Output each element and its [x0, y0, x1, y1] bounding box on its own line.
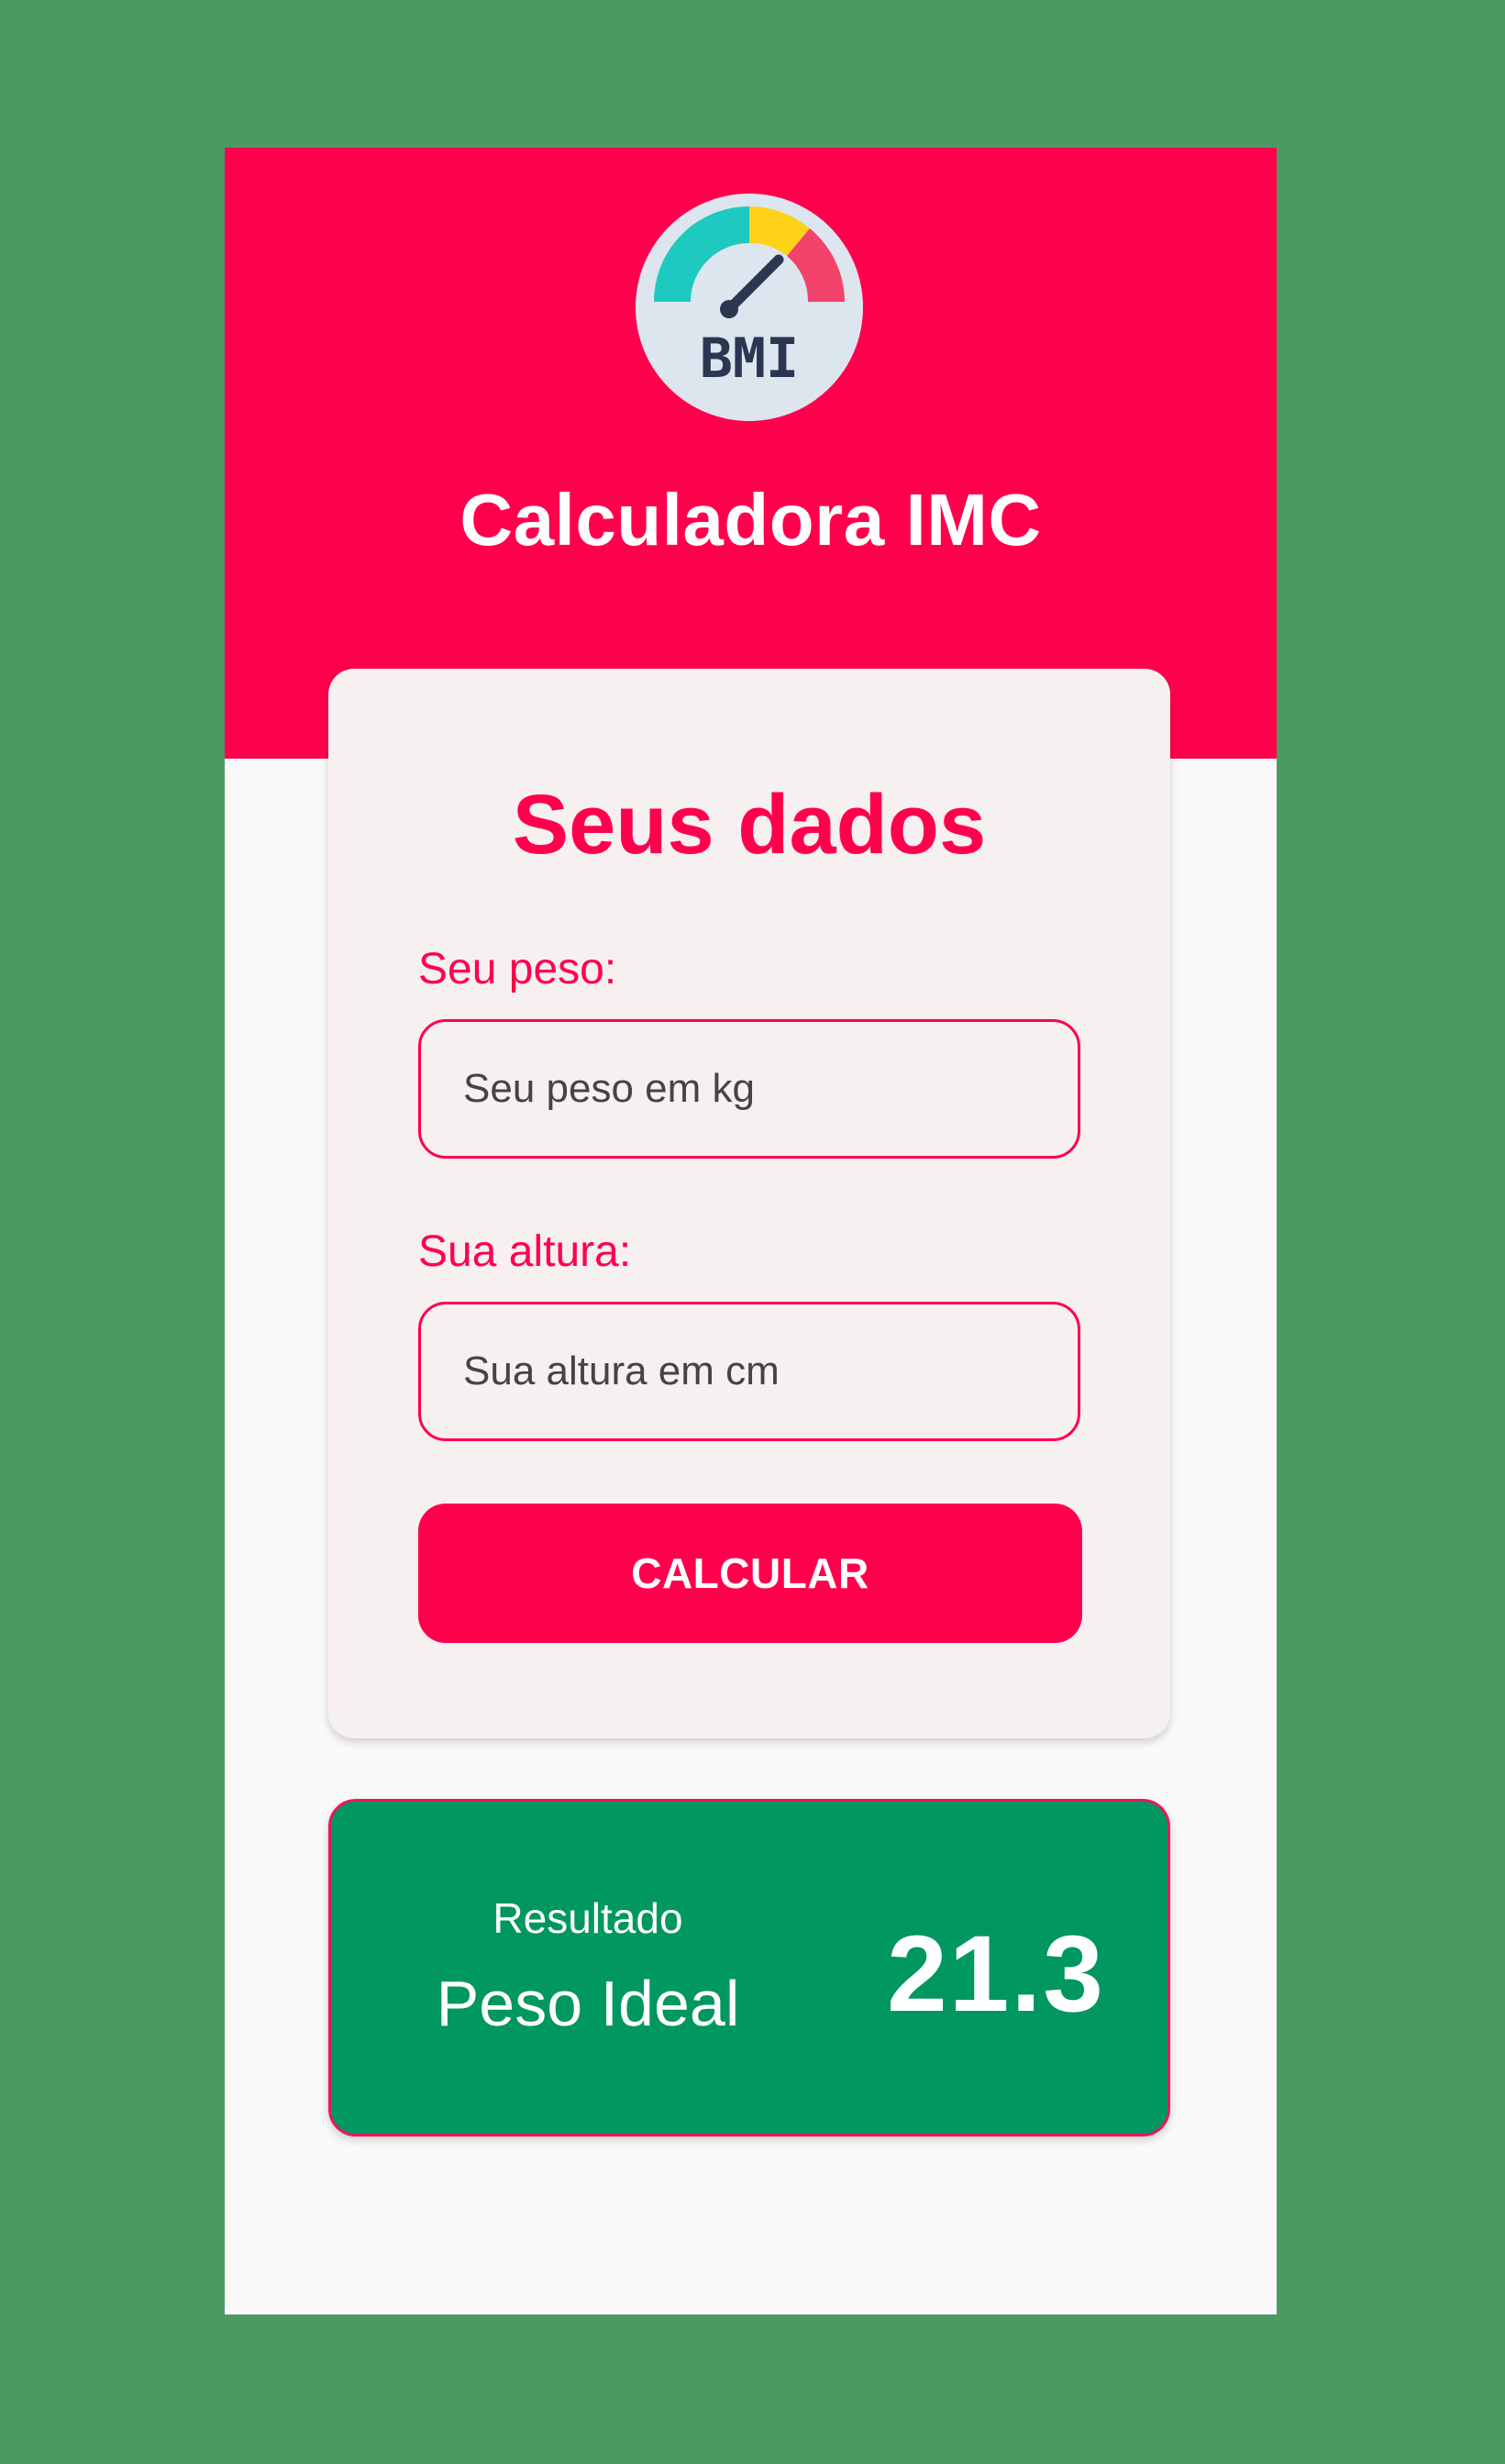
header: BMI Calculadora IMC: [225, 148, 1277, 759]
bmi-value: 21.3: [887, 1914, 1105, 2035]
height-input[interactable]: [418, 1302, 1080, 1441]
weight-label: Seu peso:: [418, 945, 617, 993]
weight-input[interactable]: [418, 1019, 1080, 1159]
bmi-gauge-icon: BMI: [636, 194, 863, 421]
result-label: Resultado: [492, 1894, 683, 1942]
app-screen: BMI Calculadora IMC Seus dados Seu peso:…: [225, 148, 1277, 2314]
logo-text: BMI: [700, 327, 799, 391]
height-label: Sua altura:: [418, 1227, 632, 1276]
result-card: Resultado Peso Ideal 21.3: [328, 1799, 1170, 2137]
form-title: Seus dados: [512, 778, 987, 871]
calculate-button[interactable]: CALCULAR: [418, 1504, 1082, 1643]
result-status: Peso Ideal: [436, 1968, 740, 2039]
page-title: Calculadora IMC: [459, 479, 1042, 561]
data-form-card: Seus dados Seu peso: Sua altura: CALCULA…: [328, 669, 1170, 1738]
